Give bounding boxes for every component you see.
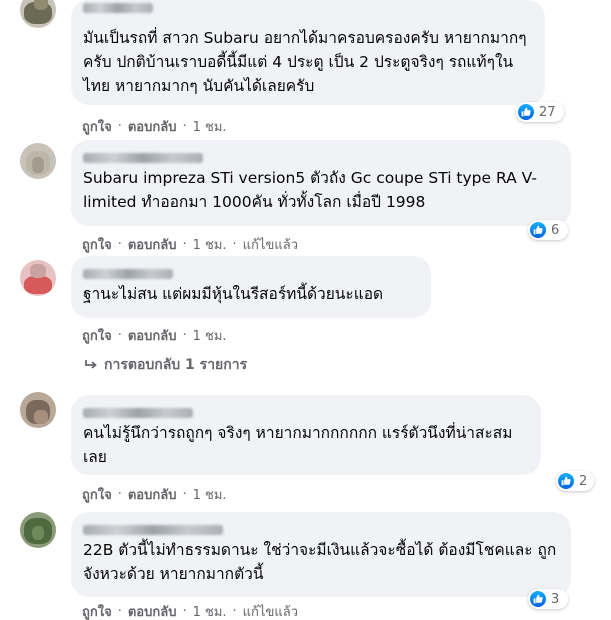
reaction-summary[interactable]: 6 [528, 220, 568, 240]
separator-dot: · [117, 237, 122, 252]
reaction-count: 6 [551, 222, 560, 238]
reaction-summary[interactable]: 3 [528, 589, 568, 609]
view-replies-label: การตอบกลับ 1 รายการ [104, 357, 248, 373]
comment-text: 22B ตัวนี้ไม่ทำธรรมดานะ ใช่ว่าจะมีเงินแล… [83, 541, 557, 583]
like-icon [518, 104, 534, 120]
like-icon [558, 473, 574, 489]
avatar[interactable] [20, 512, 56, 548]
reply-button[interactable]: ตอบกลับ [128, 601, 177, 620]
separator-dot: · [182, 604, 187, 619]
timestamp[interactable]: 1 ชม. [193, 484, 227, 505]
timestamp[interactable]: 1 ชม. [193, 116, 227, 137]
author-name[interactable] [83, 0, 153, 13]
separator-dot: · [182, 119, 187, 134]
reply-button[interactable]: ตอบกลับ [128, 116, 177, 137]
comments-section: มันเป็นรถที่ สาวก Subaru อยากได้มาครอบคร… [0, 0, 611, 620]
like-button[interactable]: ถูกใจ [82, 601, 112, 620]
like-button[interactable]: ถูกใจ [82, 234, 112, 255]
avatar[interactable] [20, 392, 56, 428]
comment-actions: ถูกใจ · ตอบกลับ · 1 ชม. · แก้ไขแล้ว [82, 601, 298, 620]
avatar[interactable] [20, 260, 56, 296]
like-icon [530, 222, 546, 238]
comment-actions: ถูกใจ · ตอบกลับ · 1 ชม. [82, 484, 227, 505]
comment-bubble: 22B ตัวนี้ไม่ทำธรรมดานะ ใช่ว่าจะมีเงินแล… [71, 512, 571, 597]
comment-actions: ถูกใจ · ตอบกลับ · 1 ชม. [82, 116, 227, 137]
comment-actions: ถูกใจ · ตอบกลับ · 1 ชม. [82, 325, 227, 346]
separator-dot: · [117, 328, 122, 343]
comment-text: ฐานะไม่สน แต่ผมมีหุ้นในรีสอร์ทนี้ด้วยนะแ… [83, 285, 384, 303]
reply-button[interactable]: ตอบกลับ [128, 325, 177, 346]
separator-dot: · [182, 487, 187, 502]
timestamp[interactable]: 1 ชม. [193, 325, 227, 346]
timestamp[interactable]: 1 ชม. [193, 234, 227, 255]
reaction-summary[interactable]: 27 [516, 102, 564, 122]
separator-dot: · [182, 328, 187, 343]
reaction-count: 2 [579, 473, 588, 489]
author-name[interactable] [83, 403, 529, 418]
comment-bubble: ฐานะไม่สน แต่ผมมีหุ้นในรีสอร์ทนี้ด้วยนะแ… [71, 256, 431, 318]
comment-text: Subaru impreza STi version5 ตัวถัง Gc co… [83, 169, 537, 211]
separator-dot: · [117, 487, 122, 502]
comment-text: มันเป็นรถที่ สาวก Subaru อยากได้มาครอบคร… [83, 29, 527, 95]
separator-dot: · [117, 119, 122, 134]
author-name[interactable] [83, 264, 419, 279]
comment-bubble: มันเป็นรถที่ สาวก Subaru อยากได้มาครอบคร… [71, 0, 545, 105]
separator-dot: · [232, 604, 237, 619]
separator-dot: · [117, 604, 122, 619]
author-name[interactable] [83, 520, 559, 535]
reaction-count: 3 [551, 591, 560, 607]
comment-bubble: Subaru impreza STi version5 ตัวถัง Gc co… [71, 140, 571, 226]
comment-actions: ถูกใจ · ตอบกลับ · 1 ชม. · แก้ไขแล้ว [82, 234, 298, 255]
reply-button[interactable]: ตอบกลับ [128, 234, 177, 255]
reply-arrow-icon [84, 359, 98, 371]
separator-dot: · [182, 237, 187, 252]
reaction-summary[interactable]: 2 [556, 471, 594, 491]
author-name[interactable] [83, 148, 559, 163]
avatar[interactable] [20, 143, 56, 179]
like-button[interactable]: ถูกใจ [82, 484, 112, 505]
comment-text: คนไม่รู้นึกว่ารถถูกๆ จริงๆ หายากมากกกกกก… [83, 424, 513, 466]
avatar[interactable] [20, 0, 56, 28]
like-icon [530, 591, 546, 607]
like-button[interactable]: ถูกใจ [82, 325, 112, 346]
comment-bubble: คนไม่รู้นึกว่ารถถูกๆ จริงๆ หายากมากกกกกก… [71, 395, 541, 475]
like-button[interactable]: ถูกใจ [82, 116, 112, 137]
view-replies-link[interactable]: การตอบกลับ 1 รายการ [84, 354, 247, 376]
edited-label: แก้ไขแล้ว [242, 605, 298, 620]
timestamp[interactable]: 1 ชม. [193, 601, 227, 620]
separator-dot: · [232, 237, 237, 252]
reply-button[interactable]: ตอบกลับ [128, 484, 177, 505]
reaction-count: 27 [539, 104, 556, 120]
edited-label: แก้ไขแล้ว [242, 238, 298, 253]
